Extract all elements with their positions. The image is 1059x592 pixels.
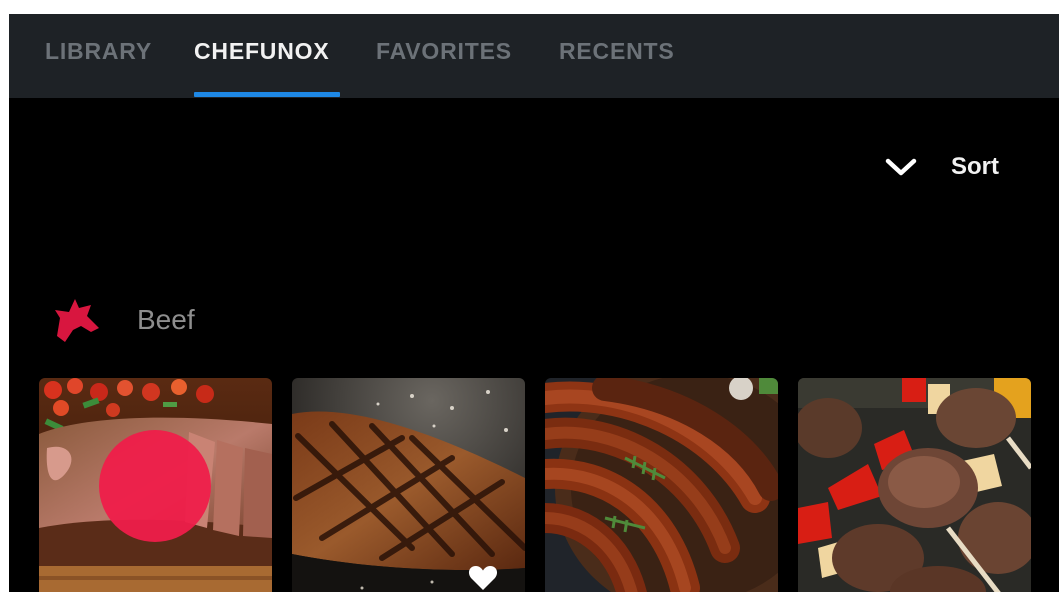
- chevron-down-icon: [885, 158, 917, 176]
- sort-button[interactable]: Sort: [885, 152, 999, 182]
- sort-label: Sort: [951, 153, 999, 180]
- tab-favorites[interactable]: FAVORITES: [376, 38, 512, 65]
- recipe-card-sausages[interactable]: [545, 378, 778, 592]
- touch-ripple: [99, 430, 211, 542]
- grilled-steak-photo: [292, 378, 525, 592]
- recipe-card-beef-skewers[interactable]: [798, 378, 1031, 592]
- category-title: Beef: [137, 304, 195, 335]
- recipe-card-sliced-steak[interactable]: [39, 378, 272, 592]
- heart-icon[interactable]: [468, 564, 498, 592]
- tab-bar: LIBRARY CHEFUNOX FAVORITES RECENTS: [9, 14, 1059, 98]
- app-screen: LIBRARY CHEFUNOX FAVORITES RECENTS Sort …: [9, 14, 1059, 592]
- beef-skewers-photo: [798, 378, 1031, 592]
- cow-head-icon: [55, 299, 99, 342]
- active-tab-indicator: [194, 92, 340, 97]
- category-header: Beef: [51, 296, 195, 344]
- tab-recents[interactable]: RECENTS: [559, 38, 675, 65]
- recipe-card-grilled-steak[interactable]: [292, 378, 525, 592]
- tab-chefunox[interactable]: CHEFUNOX: [194, 38, 329, 65]
- tab-library[interactable]: LIBRARY: [45, 38, 152, 65]
- sausages-photo: [545, 378, 778, 592]
